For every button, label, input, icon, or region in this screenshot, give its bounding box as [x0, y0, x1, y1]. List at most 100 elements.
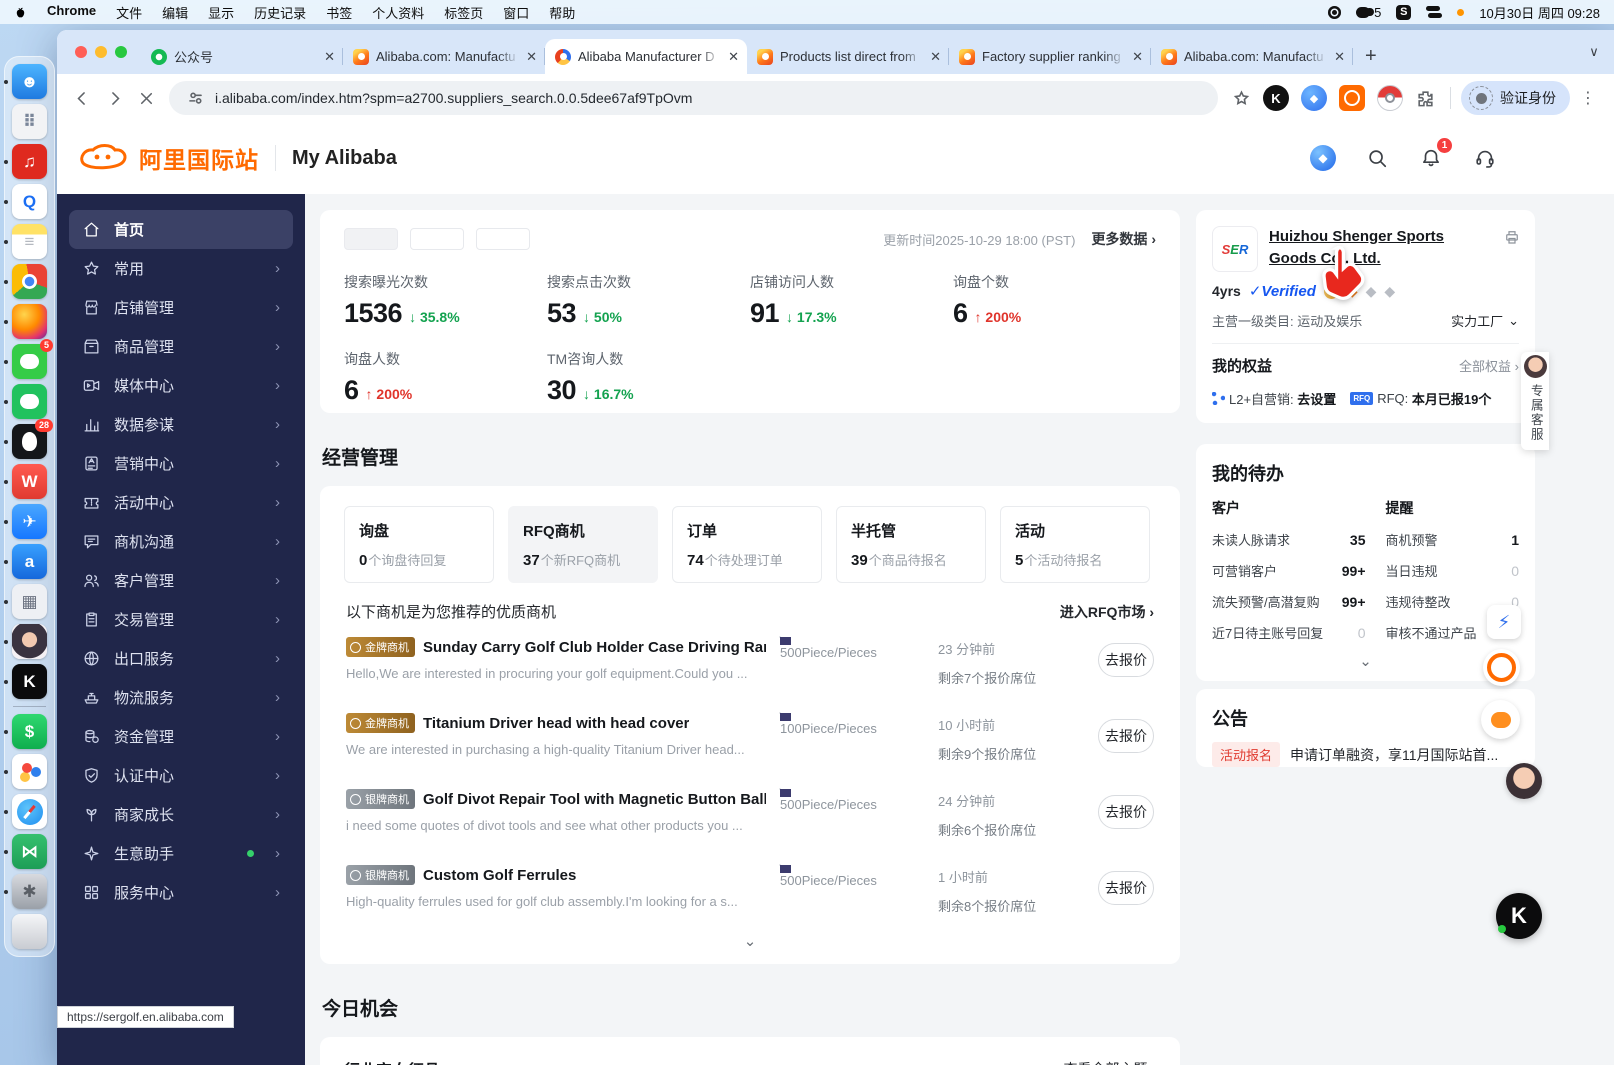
extension-orange-icon[interactable]	[1339, 85, 1365, 111]
sidebar-item-star[interactable]: 常用 ›	[69, 249, 293, 288]
new-tab-button[interactable]: +	[1353, 45, 1389, 74]
float-chat-button[interactable]	[1481, 700, 1520, 739]
rfq-title[interactable]: Titanium Driver head with head cover	[423, 715, 689, 732]
s-app-menubar-icon[interactable]: S	[1396, 4, 1412, 20]
tab-close-icon[interactable]: ✕	[526, 49, 537, 65]
dock-item-netease-music[interactable]: ♫	[4, 144, 47, 179]
apple-logo-icon[interactable]	[14, 5, 27, 20]
stats-tab[interactable]	[476, 228, 530, 250]
todo-row[interactable]: 近7日待主账号回复 0	[1212, 617, 1366, 648]
notifications-bell-icon[interactable]: 1	[1418, 138, 1452, 171]
rfq-month-item[interactable]: RFQ RFQ: 本月已报19个	[1350, 389, 1491, 408]
printer-icon[interactable]	[1503, 228, 1521, 251]
rfq-market-link[interactable]: 进入RFQ市场 ›	[1060, 602, 1154, 622]
business-mini-card[interactable]: RFQ商机 37个新RFQ商机	[508, 506, 658, 583]
sidebar-item-box[interactable]: 商品管理 ›	[69, 327, 293, 366]
sidebar-item-sparkle[interactable]: 生意助手 ›	[69, 834, 293, 873]
stats-tab[interactable]	[344, 228, 398, 250]
float-feedback-button[interactable]: ⚡	[1487, 605, 1521, 639]
factory-dropdown[interactable]: 实力工厂 ⌄	[1451, 311, 1519, 330]
more-data-link[interactable]: 更多数据 ›	[1091, 229, 1156, 249]
url-text[interactable]: i.alibaba.com/index.htm?spm=a2700.suppli…	[215, 90, 692, 106]
control-center-icon[interactable]	[1426, 6, 1443, 18]
site-info-icon[interactable]	[185, 83, 205, 113]
expand-chevron-icon[interactable]: ⌄	[1212, 648, 1519, 676]
dock-item-settings[interactable]: ✱	[4, 874, 47, 909]
browser-tab[interactable]: Factory supplier ranking ✕	[949, 39, 1151, 74]
dock-item-xmind[interactable]: ⋈	[4, 834, 47, 869]
browser-tab[interactable]: Alibaba.com: Manufactu ✕	[343, 39, 545, 74]
tab-close-icon[interactable]: ✕	[324, 49, 335, 65]
tab-close-icon[interactable]: ✕	[1132, 49, 1143, 65]
sidebar-item-globe[interactable]: 出口服务 ›	[69, 639, 293, 678]
tab-search-button[interactable]: ∨	[1580, 38, 1608, 66]
dock-item-firefox[interactable]	[4, 304, 47, 339]
browser-tab[interactable]: Alibaba.com: Manufactu ✕	[1151, 39, 1353, 74]
quote-button[interactable]: 去报价	[1098, 795, 1154, 829]
business-mini-card[interactable]: 订单 74个待处理订单	[672, 506, 822, 583]
dock-item-k-app[interactable]: K	[4, 664, 47, 699]
minimize-window-button[interactable]	[95, 46, 107, 58]
sidebar-item-clipboard[interactable]: 交易管理 ›	[69, 600, 293, 639]
dock-item-notes[interactable]: ≡	[4, 224, 47, 259]
dock-item-dollar-app[interactable]: $	[4, 714, 47, 749]
stop-loading-button[interactable]	[131, 83, 161, 113]
menubar-item[interactable]: Chrome	[47, 3, 96, 22]
alibaba-logo[interactable]: 阿里国际站	[77, 141, 259, 175]
browser-tab[interactable]: 公众号 ✕	[141, 39, 343, 74]
todo-row[interactable]: 商机预警 1	[1386, 524, 1520, 555]
stats-tab[interactable]	[410, 228, 464, 250]
business-mini-card[interactable]: 半托管 39个商品待报名	[836, 506, 986, 583]
forward-button[interactable]	[99, 83, 129, 113]
tab-close-icon[interactable]: ✕	[728, 49, 739, 65]
menubar-item[interactable]: 编辑	[162, 3, 188, 22]
browser-tab[interactable]: Products list direct from ✕	[747, 39, 949, 74]
sidebar-item-shield[interactable]: 认证中心 ›	[69, 756, 293, 795]
notice-item[interactable]: 活动报名 申请订单融资，享11月国际站首...	[1212, 742, 1519, 767]
dock-item-avatar-app[interactable]	[4, 624, 47, 659]
profile-verify-button[interactable]: 验证身份	[1461, 81, 1570, 115]
search-icon[interactable]	[1364, 145, 1390, 171]
quote-button[interactable]: 去报价	[1098, 871, 1154, 905]
zoom-window-button[interactable]	[115, 46, 127, 58]
extension-pokeball-icon[interactable]	[1377, 85, 1403, 111]
float-k-button[interactable]: K	[1496, 893, 1542, 939]
rfq-title[interactable]: Sunday Carry Golf Club Holder Case Drivi…	[423, 639, 766, 656]
extensions-puzzle-icon[interactable]	[1410, 83, 1440, 113]
todo-row[interactable]: 未读人脉请求 35	[1212, 524, 1366, 555]
todo-row[interactable]: 当日违规 0	[1386, 555, 1520, 586]
business-mini-card[interactable]: 询盘 0个询盘待回复	[344, 506, 494, 583]
todo-row[interactable]: 可营销客户 99+	[1212, 555, 1366, 586]
sidebar-item-chart[interactable]: 数据参谋 ›	[69, 405, 293, 444]
browser-tab[interactable]: Alibaba Manufacturer D ✕	[545, 39, 747, 74]
rfq-title[interactable]: Golf Divot Repair Tool with Magnetic But…	[423, 791, 766, 808]
sidebar-item-home[interactable]: 首页	[69, 210, 293, 249]
wechat-menubar-icon[interactable]: 5	[1356, 5, 1381, 20]
extension-k-icon[interactable]: K	[1263, 85, 1289, 111]
sidebar-item-ship[interactable]: 物流服务 ›	[69, 678, 293, 717]
screen-record-icon[interactable]	[1328, 5, 1342, 19]
tab-close-icon[interactable]: ✕	[1334, 49, 1345, 65]
menubar-clock[interactable]: 10月30日 周四 09:28	[1479, 3, 1600, 22]
business-mini-card[interactable]: 活动 5个活动待报名	[1000, 506, 1150, 583]
menubar-item[interactable]: 显示	[208, 3, 234, 22]
company-name-link[interactable]: Huizhou Shenger Sports Goods Co., Ltd.	[1269, 226, 1519, 272]
dock-item-trash[interactable]	[12, 914, 47, 949]
rfq-title[interactable]: Custom Golf Ferrules	[423, 867, 576, 884]
dock-item-launchpad[interactable]: ⠿	[12, 104, 47, 139]
dock-item-finder[interactable]: ☻	[4, 64, 47, 99]
extension-diamond-icon[interactable]: ◆	[1301, 85, 1327, 111]
all-rights-link[interactable]: 全部权益 ›	[1459, 356, 1519, 375]
sidebar-item-coins[interactable]: 资金管理 ›	[69, 717, 293, 756]
menubar-item[interactable]: 窗口	[503, 3, 529, 22]
close-window-button[interactable]	[75, 46, 87, 58]
sidebar-item-ad[interactable]: 营销中心 ›	[69, 444, 293, 483]
expand-chevron-icon[interactable]: ⌄	[344, 928, 1156, 956]
sidebar-item-chat[interactable]: 商机沟通 ›	[69, 522, 293, 561]
quote-button[interactable]: 去报价	[1098, 643, 1154, 677]
browser-menu-button[interactable]: ⋮	[1572, 88, 1604, 108]
view-all-topics-link[interactable]: 查看全部主题 ›	[1063, 1059, 1156, 1065]
menubar-item[interactable]: 标签页	[444, 3, 483, 22]
dock-item-wechat[interactable]: 5	[4, 339, 53, 379]
address-bar[interactable]: i.alibaba.com/index.htm?spm=a2700.suppli…	[169, 81, 1218, 115]
